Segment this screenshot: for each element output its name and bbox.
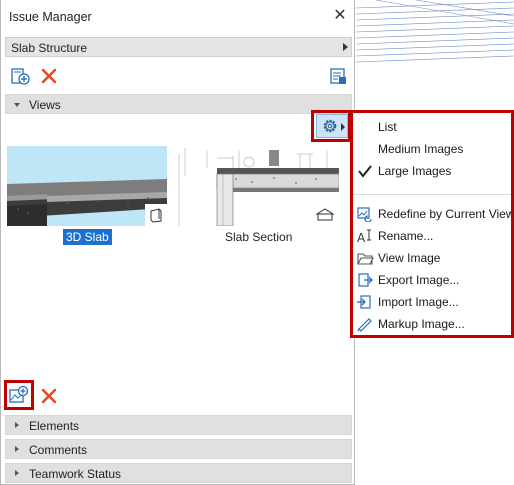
view-label-3d-slab[interactable]: 3D Slab (63, 229, 112, 245)
chevron-right-icon (15, 422, 19, 428)
highlight-box-menu (350, 110, 514, 338)
title-bar: Issue Manager ✕ (1, 0, 356, 34)
3d-view-icon (150, 208, 162, 223)
view-thumbnail-slab-section[interactable] (177, 146, 339, 226)
views-section-header[interactable]: Views (5, 94, 352, 114)
teamwork-section-header[interactable]: Teamwork Status (5, 463, 352, 483)
comments-section-header[interactable]: Comments (5, 439, 352, 459)
view-thumbnail-3d-slab[interactable] (7, 146, 167, 226)
chevron-right-icon (343, 43, 348, 51)
comments-section-label: Comments (29, 443, 88, 457)
issue-manager-panel: Issue Manager ✕ Slab Structure Views 3D … (0, 0, 355, 485)
add-issue-icon[interactable] (10, 66, 30, 86)
window-title: Issue Manager (9, 10, 92, 24)
issue-selector-value: Slab Structure (11, 41, 88, 55)
elements-section-label: Elements (29, 419, 80, 433)
list-settings-icon[interactable] (328, 66, 348, 86)
close-icon[interactable]: ✕ (332, 7, 348, 25)
highlight-box-add-image (4, 380, 34, 410)
chevron-down-icon (14, 103, 20, 107)
highlight-box-gear (311, 110, 351, 142)
chevron-right-icon (15, 446, 19, 452)
views-section-label: Views (29, 98, 61, 112)
chevron-right-icon (15, 470, 19, 476)
view-label-slab-section[interactable]: Slab Section (225, 230, 292, 244)
background-drawing (356, 0, 514, 63)
3d-slab-image (7, 146, 167, 226)
delete-image-icon[interactable] (39, 386, 59, 406)
delete-icon[interactable] (39, 66, 59, 86)
issue-selector[interactable]: Slab Structure (5, 37, 352, 57)
elements-section-header[interactable]: Elements (5, 415, 352, 435)
teamwork-section-label: Teamwork Status (29, 467, 122, 481)
section-view-icon (315, 208, 335, 221)
